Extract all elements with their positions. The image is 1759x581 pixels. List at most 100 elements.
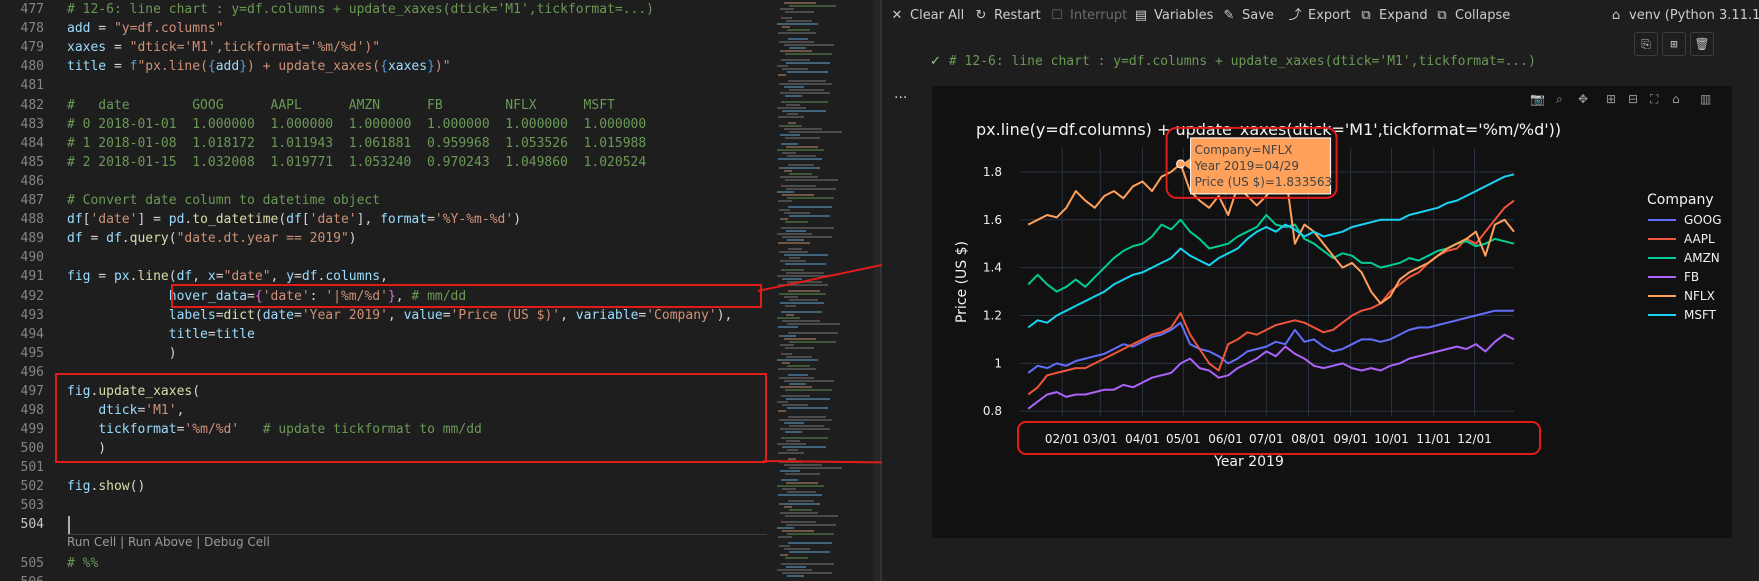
line-number: 479 — [20, 40, 44, 55]
legend-item[interactable]: NFLX — [1684, 289, 1715, 303]
y-tick-label: 1.2 — [983, 309, 1002, 323]
collapse-button[interactable]: ⧉ Collapse — [1435, 6, 1510, 26]
code-line[interactable]: 488 df['date'] = pd.to_datetime(df['date'… — [0, 210, 768, 229]
line-number: 502 — [20, 479, 44, 494]
legend-item[interactable]: MSFT — [1684, 308, 1717, 322]
save-button[interactable]: ✎ Save — [1222, 6, 1274, 26]
minimap-line — [789, 131, 842, 133]
legend-item[interactable]: GOOG — [1684, 213, 1722, 227]
minimap-line — [787, 29, 810, 31]
minimap-line — [788, 500, 814, 502]
trash-icon[interactable]: 🗑 — [1690, 32, 1714, 56]
line-number: 480 — [20, 59, 44, 74]
code-line[interactable]: 493 labels=dict(date='Year 2019', value=… — [0, 306, 768, 325]
minimap-line — [786, 566, 806, 568]
line-number: 484 — [20, 136, 44, 151]
minimap-line — [789, 425, 824, 427]
minimap-line — [786, 230, 806, 232]
export-button[interactable]: ⤴ Export — [1288, 6, 1350, 26]
minimap-line — [781, 17, 792, 19]
codelens-bar: Run Cell | Run Above | Debug Cell — [67, 535, 270, 549]
code-line[interactable]: 477 # 12-6: line chart : y=df.columns + u… — [0, 0, 768, 19]
minimap-line — [779, 41, 814, 43]
plotly-chart[interactable]: 📷 ⌕ ✥ ⊞ ⊟ ⛶ ⌂ ▥ px.line(y=df.columns) + … — [932, 86, 1732, 538]
code-line[interactable]: 483 # 0 2018-01-01 1.000000 1.000000 1.00… — [0, 115, 768, 134]
minimap-line — [786, 272, 824, 274]
minimap-line — [784, 296, 798, 298]
minimap[interactable] — [768, 0, 873, 581]
minimap-line — [778, 242, 810, 244]
cell-more-button[interactable]: ... — [894, 86, 907, 102]
minimap-line — [781, 101, 828, 103]
debug-cell-link[interactable]: Debug Cell — [204, 535, 270, 549]
code-line[interactable]: 485 # 2 2018-01-15 1.032008 1.019771 1.05… — [0, 153, 768, 172]
code-line[interactable]: 479 xaxes = "dtick='M1',tickformat='%m/%d… — [0, 38, 768, 57]
minimap-line — [784, 44, 834, 46]
run-cell-link[interactable]: Run Cell — [67, 535, 116, 549]
code-text: # 2 2018-01-15 1.032008 1.019771 1.05324… — [67, 155, 647, 170]
minimap-line — [782, 26, 790, 28]
legend-item[interactable]: FB — [1684, 270, 1699, 284]
interactive-window[interactable]: ✕ Clear All ↻ Restart ☐ Interrupt ▤ Variable… — [882, 0, 1759, 581]
code-text: xaxes = "dtick='M1',tickformat='%m/%d')" — [67, 40, 381, 55]
code-line[interactable]: 486 — [0, 172, 768, 191]
code-line[interactable]: 490 — [0, 248, 768, 267]
minimap-line — [789, 383, 806, 385]
minimap-line — [782, 404, 808, 406]
code-line[interactable]: 494 title=title — [0, 325, 768, 344]
code-line[interactable]: 478 add = "y=df.columns" — [0, 19, 768, 38]
series-line-fb[interactable] — [1027, 333, 1515, 410]
minimap-line — [782, 320, 820, 322]
minimap-line — [784, 212, 810, 214]
legend-item[interactable]: AAPL — [1684, 232, 1715, 246]
code-line[interactable]: 482 # date GOOG AAPL AMZN FB NFLX MSFT — [0, 96, 768, 115]
code-line[interactable]: 506 — [0, 573, 768, 581]
code-line[interactable]: 505 # %% — [0, 554, 768, 573]
minimap-line — [789, 467, 842, 469]
line-number: 490 — [20, 250, 44, 265]
minimap-line — [788, 164, 814, 166]
minimap-line — [778, 452, 804, 454]
run-above-link[interactable]: Run Above — [128, 535, 192, 549]
expand-button[interactable]: ⧉ Expand — [1359, 6, 1427, 26]
minimap-line — [781, 311, 822, 313]
minimap-line — [786, 188, 836, 190]
editor-scrollbar[interactable] — [873, 0, 880, 581]
code-line[interactable]: 481 — [0, 76, 768, 95]
variables-button[interactable]: ▤ Variables — [1134, 6, 1214, 26]
kernel-picker[interactable]: ⌂ venv (Python 3.11.1) — [1609, 6, 1759, 26]
chart-svg[interactable]: 02/01 03/01 04/01 05/01 06/01 07/01 08/01 09/01… — [932, 86, 1732, 538]
minimap-line — [787, 407, 828, 409]
code-line[interactable]: 502 fig.show() — [0, 477, 768, 496]
cell-header[interactable]: ✓ # 12-6: line chart : y=df.columns + upd… — [930, 54, 1536, 69]
minimap-line — [787, 323, 840, 325]
minimap-line — [784, 338, 816, 340]
code-line[interactable]: 480 title = f"px.line({add}) + update_xax… — [0, 57, 768, 76]
minimap-line — [784, 86, 804, 88]
minimap-line — [789, 551, 830, 553]
minimap-line — [782, 362, 790, 364]
line-number: 488 — [20, 212, 44, 227]
code-line[interactable]: 484 # 1 2018-01-08 1.018172 1.011943 1.06… — [0, 134, 768, 153]
minimap-line — [784, 254, 828, 256]
code-editor[interactable]: 477 # 12-6: line chart : y=df.columns + u… — [0, 0, 768, 581]
new-file-icon[interactable]: ⊞ — [1662, 32, 1686, 56]
line-number: 501 — [20, 460, 44, 475]
interrupt-button[interactable]: ☐ Interrupt — [1050, 6, 1127, 26]
code-line[interactable]: 489 df = df.query("date.dt.year == 2019") — [0, 229, 768, 248]
restart-button[interactable]: ↻ Restart — [974, 6, 1041, 26]
clear-all-button[interactable]: ✕ Clear All — [890, 6, 965, 26]
minimap-line — [788, 332, 838, 334]
line-number: 500 — [20, 441, 44, 456]
minimap-line — [777, 569, 812, 571]
annotation-box-update-xaxes — [55, 373, 767, 463]
minimap-line — [779, 461, 802, 463]
code-line[interactable]: 487 # Convert date column to datetime obj… — [0, 191, 768, 210]
code-text: # 0 2018-01-01 1.000000 1.000000 1.00000… — [67, 117, 647, 132]
legend-item[interactable]: AMZN — [1684, 251, 1720, 265]
line-number: 504 — [20, 517, 44, 532]
code-line[interactable]: 495 ) — [0, 344, 768, 363]
code-line[interactable]: 503 — [0, 496, 768, 515]
copy-icon[interactable]: ⎘ — [1634, 32, 1658, 56]
minimap-line — [777, 317, 800, 319]
